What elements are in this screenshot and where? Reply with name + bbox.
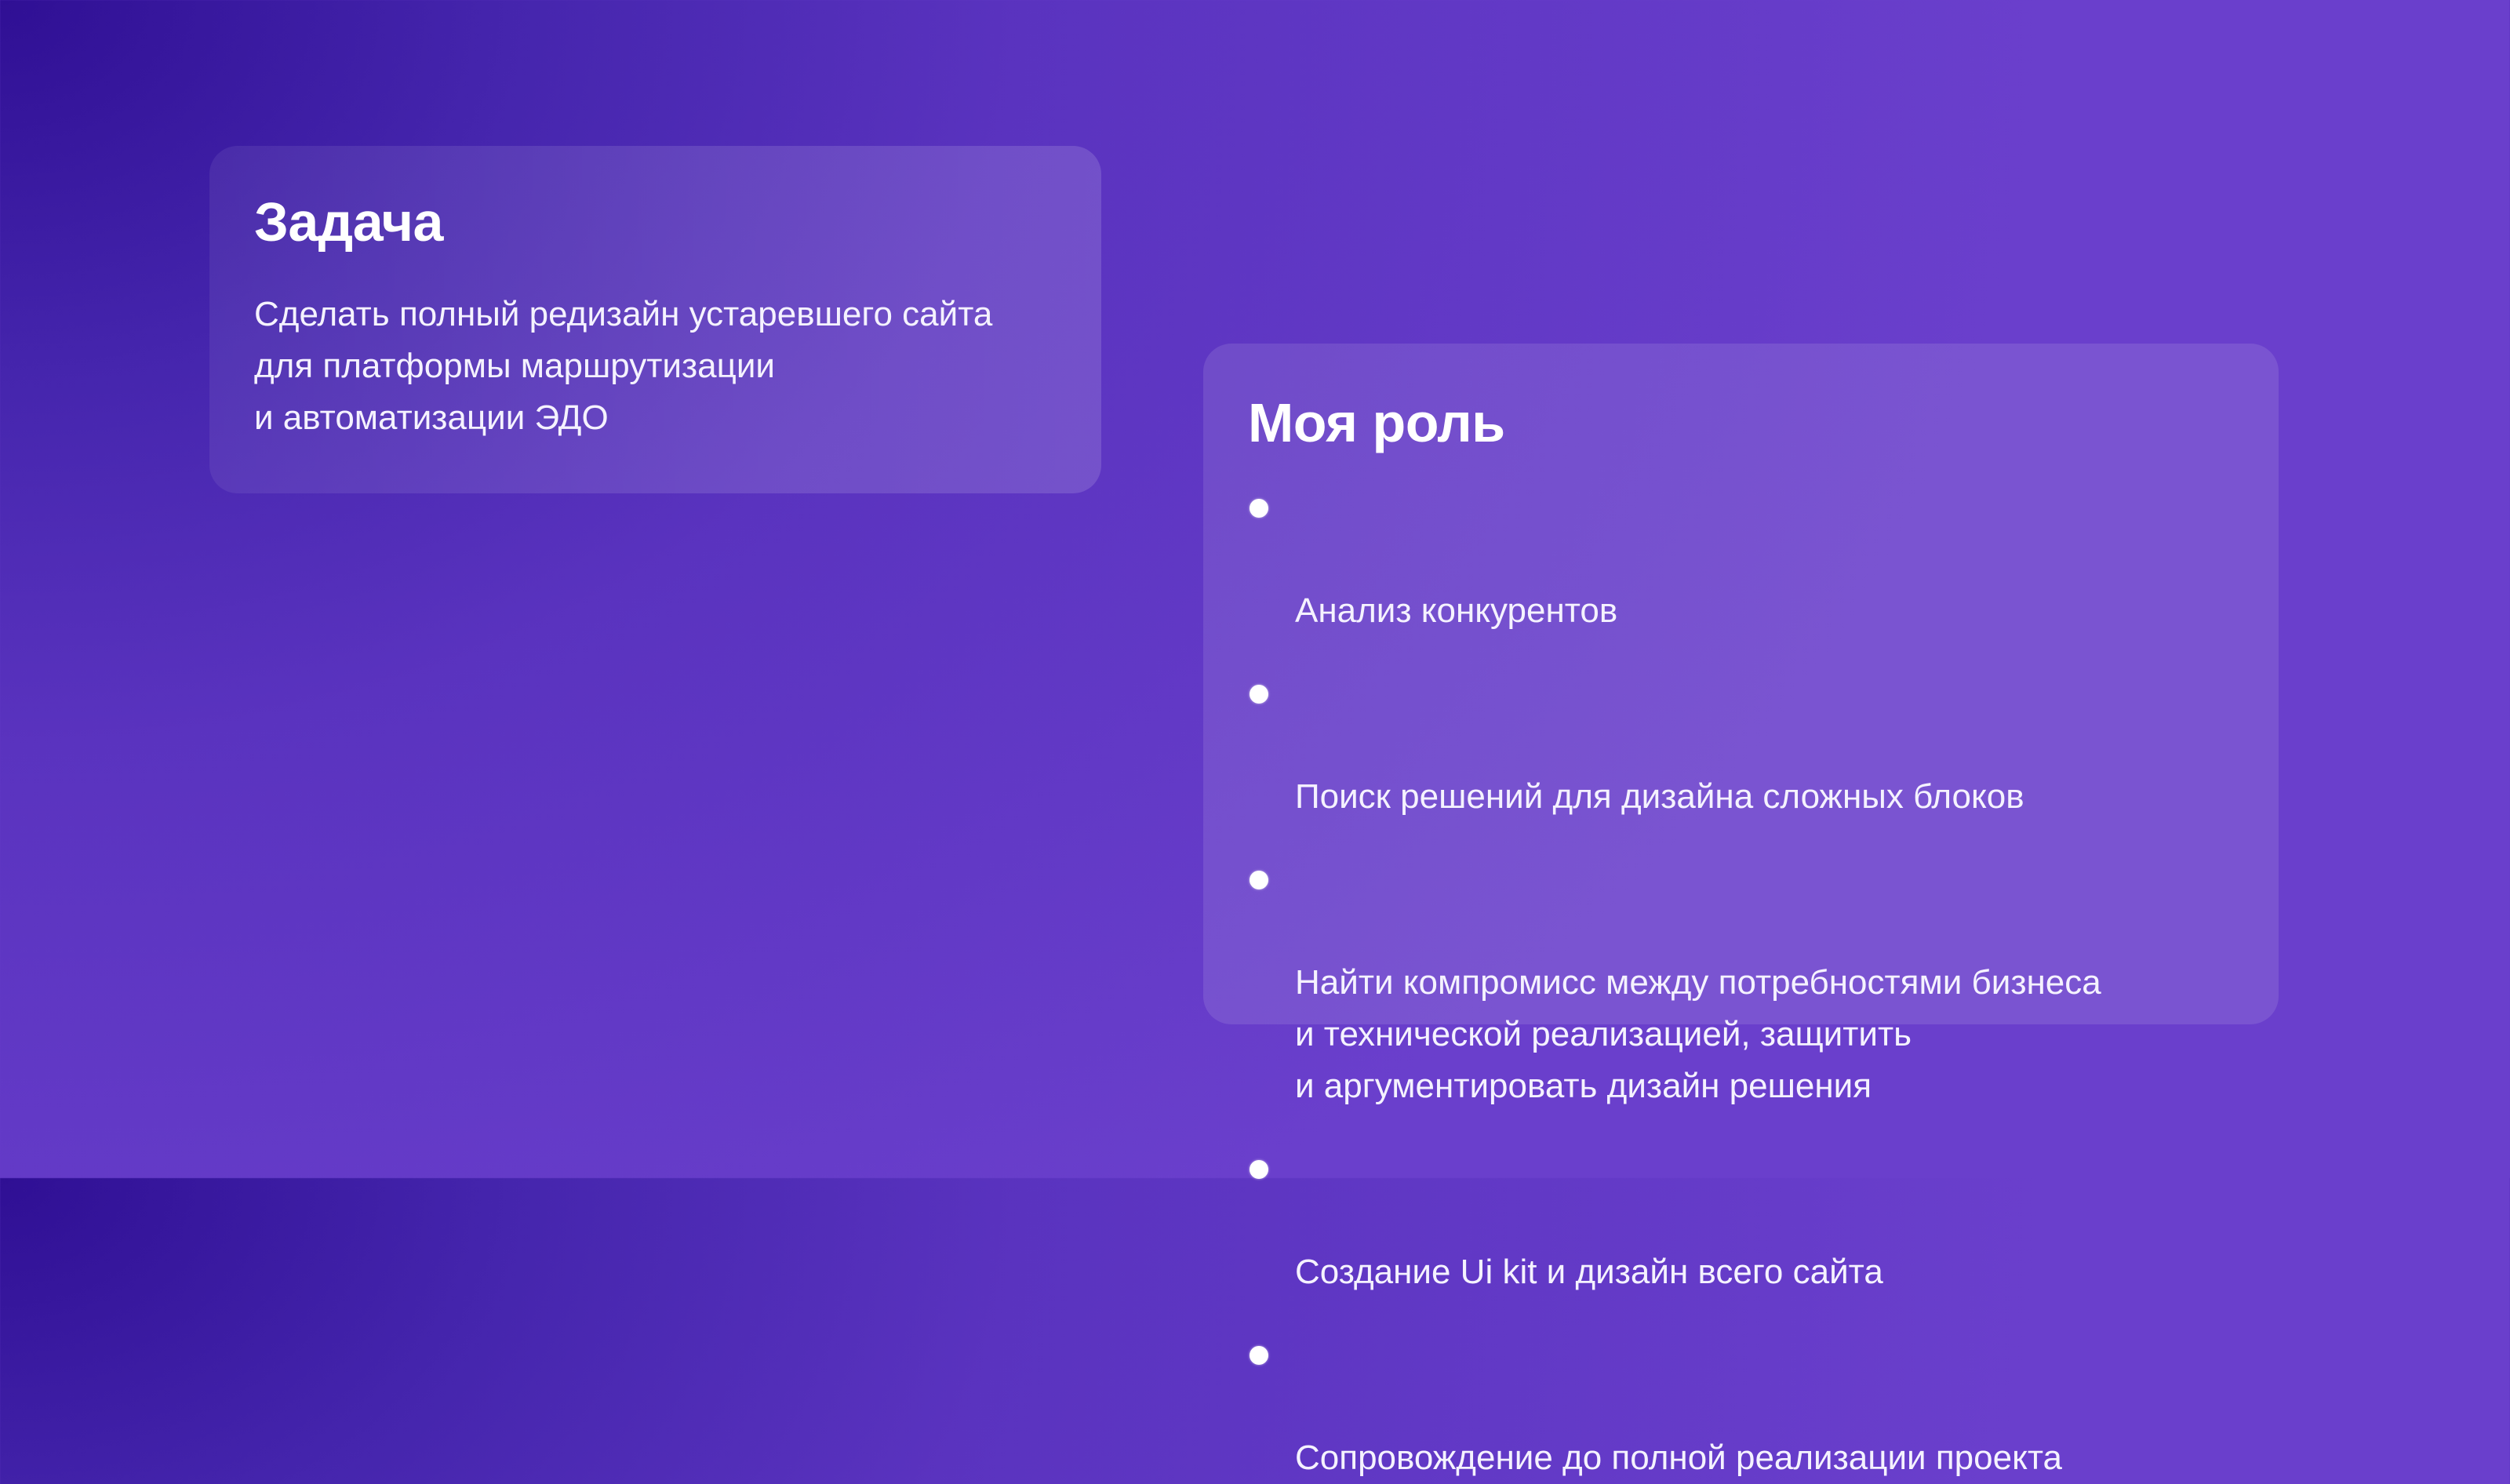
role-title: Моя роль (1248, 392, 1505, 453)
role-card: Моя роль Анализ конкурентов Поиск решени… (1203, 344, 2279, 1477)
task-card: Задача Сделать полный редизайн устаревше… (209, 146, 1101, 493)
task-title: Задача (254, 191, 443, 253)
role-item: Анализ конкурентов (1248, 482, 2234, 637)
role-item-label: Найти компромисс между потребностями биз… (1295, 963, 2101, 1105)
role-item: Найти компромисс между потребностями биз… (1248, 853, 2234, 1112)
role-item-label: Сопровождение до полной реализации проек… (1295, 1439, 2062, 1477)
role-item-label: Создание Ui kit и дизайн всего сайта (1295, 1253, 1883, 1291)
bullet-dot-icon (1250, 499, 1268, 518)
bullet-dot-icon (1250, 871, 1268, 889)
role-item-label: Анализ конкурентов (1295, 591, 1618, 630)
bullet-dot-icon (1250, 685, 1268, 704)
bullet-dot-icon (1250, 1160, 1268, 1179)
role-item: Создание Ui kit и дизайн всего сайта (1248, 1143, 2234, 1298)
task-description: Сделать полный редизайн устаревшего сайт… (254, 295, 993, 437)
role-item: Сопровождение до полной реализации проек… (1248, 1329, 2234, 1484)
role-item-label: Поиск решений для дизайна сложных блоков (1295, 777, 2024, 816)
role-item: Поиск решений для дизайна сложных блоков (1248, 667, 2234, 823)
bullet-dot-icon (1250, 1346, 1268, 1365)
role-list: Анализ конкурентов Поиск решений для диз… (1248, 482, 2234, 1484)
